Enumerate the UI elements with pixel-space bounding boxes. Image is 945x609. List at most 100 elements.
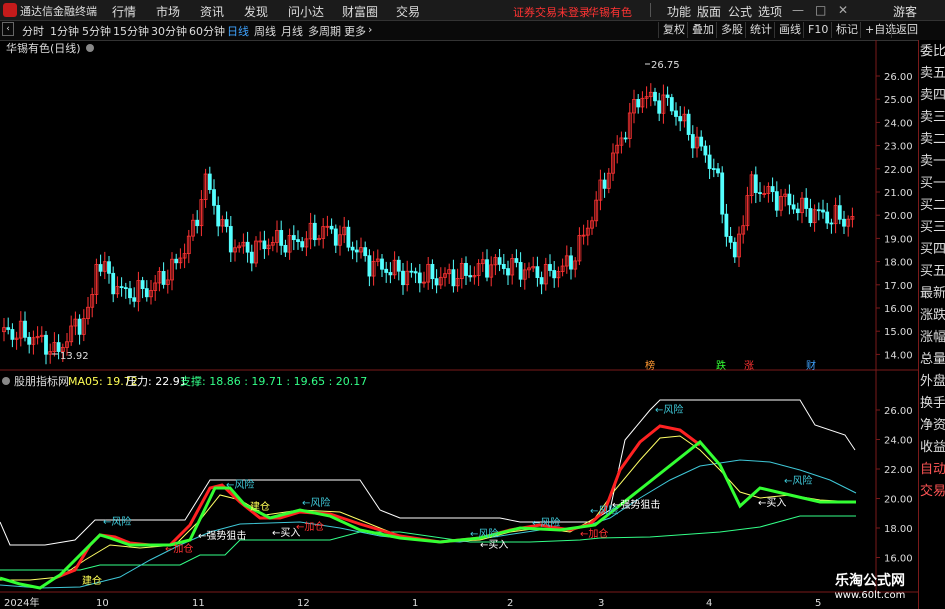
candle-body xyxy=(514,258,519,263)
y-tick-label: 14.00 xyxy=(884,350,913,361)
candle-body xyxy=(678,116,683,122)
y-tick-label: 21.00 xyxy=(884,188,913,199)
sidebar-item[interactable]: 卖五 xyxy=(920,66,945,82)
candle-body xyxy=(770,186,775,193)
candle-body xyxy=(333,228,338,246)
period-tab[interactable]: 30分钟 xyxy=(151,23,187,39)
f10-button[interactable]: F10 xyxy=(803,22,832,38)
x-tick-label: 2024年 xyxy=(4,596,39,609)
mid-ma-line xyxy=(0,435,857,581)
watermark: 乐淘公式网 www.60lt.com xyxy=(820,570,920,601)
chevron-right-icon[interactable]: › xyxy=(368,23,372,36)
period-tab[interactable]: 周线 xyxy=(254,23,276,39)
menu-discover[interactable]: 发现 xyxy=(244,3,268,20)
event-marker[interactable]: 财 xyxy=(806,359,816,372)
candle-body xyxy=(657,100,662,114)
candle-body xyxy=(485,259,489,278)
menu-quotes[interactable]: 行情 xyxy=(112,3,136,20)
collapse-icon[interactable]: ‹ xyxy=(2,22,14,36)
candle-body xyxy=(518,262,523,280)
candle-body xyxy=(128,288,132,299)
candle-body xyxy=(123,287,128,290)
candle-body xyxy=(174,258,179,264)
sidebar-item[interactable]: 买二 xyxy=(920,198,945,214)
candle-body xyxy=(716,168,720,174)
sidebar-item[interactable]: 自动 xyxy=(920,462,945,478)
menu-function[interactable]: 功能 xyxy=(667,3,691,20)
period-tab-daily[interactable]: 日线 xyxy=(227,23,249,39)
maximize-icon[interactable]: □ xyxy=(815,3,826,17)
menu-assistant[interactable]: 问小达 xyxy=(288,3,324,20)
multi-stock-button[interactable]: 多股 xyxy=(716,22,747,38)
sidebar-item[interactable]: 换手 xyxy=(920,396,945,412)
candle-body xyxy=(434,278,439,286)
chart-area[interactable]: 华锡有色(日线) 26.0025.0024.0023.0022.0021.002… xyxy=(0,40,918,609)
sidebar-item[interactable]: 涨幅 xyxy=(920,330,945,346)
guest-label[interactable]: 游客 xyxy=(893,3,917,20)
sidebar-item[interactable]: 卖四 xyxy=(920,88,945,104)
candle-body xyxy=(842,218,846,227)
indicator-options-icon[interactable] xyxy=(2,377,10,385)
sidebar-item[interactable]: 卖一 xyxy=(920,154,945,170)
candle-body xyxy=(816,209,821,212)
y-tick-label: 20.00 xyxy=(884,211,913,222)
sidebar-item[interactable]: 委比 xyxy=(920,44,945,60)
risk-annotation: ←风险 xyxy=(784,474,812,487)
period-tab[interactable]: 60分钟 xyxy=(189,23,225,39)
candle-body xyxy=(291,235,296,241)
menu-trade[interactable]: 交易 xyxy=(396,3,420,20)
candle-body xyxy=(23,320,27,338)
event-marker[interactable]: 涨 xyxy=(744,360,754,372)
sidebar-item[interactable]: 卖二 xyxy=(920,132,945,148)
sidebar-item[interactable]: 最新 xyxy=(920,286,945,302)
sidebar-item[interactable]: 外盘 xyxy=(920,374,945,390)
chevron-down-icon[interactable] xyxy=(86,44,94,52)
menu-wealth[interactable]: 财富圈 xyxy=(342,3,378,20)
y-tick-label: 23.00 xyxy=(884,142,913,153)
menu-market[interactable]: 市场 xyxy=(156,3,180,20)
draw-button[interactable]: 画线 xyxy=(774,22,805,38)
more-periods[interactable]: 更多 xyxy=(344,23,366,39)
back-button[interactable]: 返回 xyxy=(891,22,922,38)
event-marker[interactable]: 榜 xyxy=(645,359,655,372)
menu-news[interactable]: 资讯 xyxy=(200,3,224,20)
period-tab[interactable]: 月线 xyxy=(281,23,303,39)
candle-body xyxy=(758,192,762,195)
close-icon[interactable]: ✕ xyxy=(838,3,848,17)
menu-formula[interactable]: 公式 xyxy=(728,3,752,20)
candle-body xyxy=(300,241,305,248)
sidebar-item[interactable]: 买五 xyxy=(920,264,945,280)
candle-body xyxy=(228,226,233,253)
x-tick-label: 10 xyxy=(96,598,109,609)
sidebar-item[interactable]: 交易 xyxy=(920,484,945,500)
period-tab[interactable]: 分时 xyxy=(22,23,44,39)
sidebar-item[interactable]: 买一 xyxy=(920,176,945,192)
sidebar-item[interactable]: 收益 xyxy=(920,440,945,456)
sidebar-item[interactable]: 净资 xyxy=(920,418,945,434)
sidebar-item[interactable]: 买三 xyxy=(920,220,945,236)
candle-body xyxy=(506,268,510,276)
period-tab[interactable]: 多周期 xyxy=(308,23,341,39)
period-tab[interactable]: 5分钟 xyxy=(82,23,111,39)
overlay-button[interactable]: 叠加 xyxy=(687,22,718,38)
mark-button[interactable]: 标记 xyxy=(831,22,862,38)
candle-body xyxy=(195,219,200,227)
sidebar-item[interactable]: 总量 xyxy=(920,352,945,368)
sidebar-item[interactable]: 涨跌 xyxy=(920,308,945,324)
login-warning[interactable]: 证券交易未登录 xyxy=(513,4,590,20)
candle-body xyxy=(825,211,830,224)
adjust-button[interactable]: 复权 xyxy=(658,22,689,38)
candle-body xyxy=(497,257,502,265)
y-tick-label: 20.00 xyxy=(884,495,913,506)
event-marker[interactable]: 跌 xyxy=(716,359,726,372)
sidebar-item[interactable]: 卖三 xyxy=(920,110,945,126)
y-tick-label: 18.00 xyxy=(884,258,913,269)
sidebar-item[interactable]: 买四 xyxy=(920,242,945,258)
stats-button[interactable]: 统计 xyxy=(745,22,776,38)
period-tab[interactable]: 15分钟 xyxy=(113,23,149,39)
menu-layout[interactable]: 版面 xyxy=(697,3,721,20)
minimize-icon[interactable]: — xyxy=(792,3,804,17)
candle-body xyxy=(774,191,779,211)
period-tab[interactable]: 1分钟 xyxy=(50,23,79,39)
menu-options[interactable]: 选项 xyxy=(758,3,782,20)
